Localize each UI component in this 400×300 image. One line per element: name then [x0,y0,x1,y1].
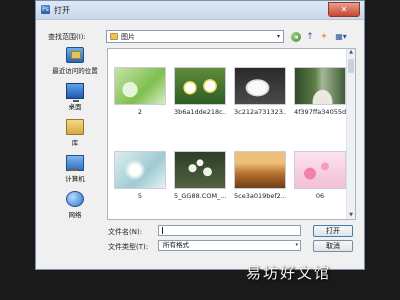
lookin-dropdown[interactable]: 图片 ▾ [106,30,284,43]
place-computer[interactable]: 计算机 [44,155,106,183]
chevron-down-icon[interactable]: ▾ [277,32,280,42]
up-folder-button[interactable]: ↑ [304,30,316,43]
place-desktop[interactable]: 桌面 [44,83,106,111]
place-label: 网络 [68,211,82,219]
place-label: 桌面 [68,103,82,111]
back-button[interactable]: ◂ [290,30,302,43]
filetype-dropdown[interactable]: 所有格式 ▾ [158,240,301,251]
desktop-icon [66,83,84,102]
back-arrow-icon: ◂ [291,31,301,42]
file-name: 5ce3a019bef2... [234,192,286,200]
place-label: 库 [71,139,79,147]
vertical-scrollbar[interactable]: ▲ ▼ [346,49,355,219]
image-thumbnail [174,67,226,105]
library-icon [66,119,84,135]
file-name: 2 [137,108,143,116]
file-item[interactable]: 2 [114,67,166,116]
file-item[interactable]: 06 [294,151,346,200]
file-name: 3c212a731323... [234,108,286,116]
place-library[interactable]: 库 [44,119,106,147]
file-item[interactable]: 3c212a731323... [234,67,286,116]
title-bar[interactable]: Ps 打开 ✕ [36,1,364,20]
file-item[interactable]: 4f397ffa34055d... [294,67,346,116]
place-label: 计算机 [65,175,85,183]
image-thumbnail [114,151,166,189]
network-icon [66,191,84,207]
folder-icon [110,33,118,40]
place-label: 最近访问的位置 [52,67,98,75]
filename-label: 文件名(N): [108,228,143,236]
recent-places-icon [66,47,84,63]
image-thumbnail [114,67,166,105]
image-thumbnail [174,151,226,189]
file-item[interactable]: 5_GG88.COM_... [174,151,226,200]
filetype-label: 文件类型(T): [108,243,149,251]
new-folder-button[interactable]: ✦ [318,30,330,43]
scroll-up-arrow-icon[interactable]: ▲ [347,49,355,56]
file-name: 4f397ffa34055d... [294,108,346,116]
text-caret [162,227,163,234]
chevron-down-icon[interactable]: ▾ [295,241,298,250]
filetype-value: 所有格式 [163,241,189,249]
place-recent[interactable]: 最近访问的位置 [44,47,106,75]
image-thumbnail [234,67,286,105]
open-file-dialog: Ps 打开 ✕ 查找范围(I): 图片 ▾ ◂ ↑ ✦ ▦▾ 最近访问的位置 桌… [35,0,365,270]
window-title: 打开 [54,6,70,15]
place-network[interactable]: 网络 [44,191,106,219]
file-name: 3b6a1dde218c... [174,108,226,116]
image-thumbnail [234,151,286,189]
file-name: 06 [315,192,325,200]
file-name: 5 [137,192,143,200]
app-icon: Ps [41,5,50,14]
views-menu-button[interactable]: ▦▾ [332,30,350,43]
lookin-value: 图片 [121,33,135,41]
file-name: 5_GG88.COM_... [174,192,226,200]
cancel-button[interactable]: 取消 [313,240,353,252]
scrollbar-thumb[interactable] [348,59,354,73]
close-button[interactable]: ✕ [328,2,360,17]
lookin-label: 查找范围(I): [48,33,86,41]
file-item[interactable]: 5 [114,151,166,200]
image-thumbnail [294,67,346,105]
computer-icon [66,155,84,171]
scroll-down-arrow-icon[interactable]: ▼ [347,212,355,219]
file-item[interactable]: 5ce3a019bef2... [234,151,286,200]
watermark-text: 易坊好文馆 [246,264,332,282]
filename-input[interactable] [158,225,301,236]
open-button[interactable]: 打开 [313,225,353,237]
places-bar: 最近访问的位置 桌面 库 计算机 网络 [44,47,106,223]
image-thumbnail [294,151,346,189]
file-list[interactable]: 2 3b6a1dde218c... 3c212a731323... 4f397f… [107,48,356,220]
file-item[interactable]: 3b6a1dde218c... [174,67,226,116]
